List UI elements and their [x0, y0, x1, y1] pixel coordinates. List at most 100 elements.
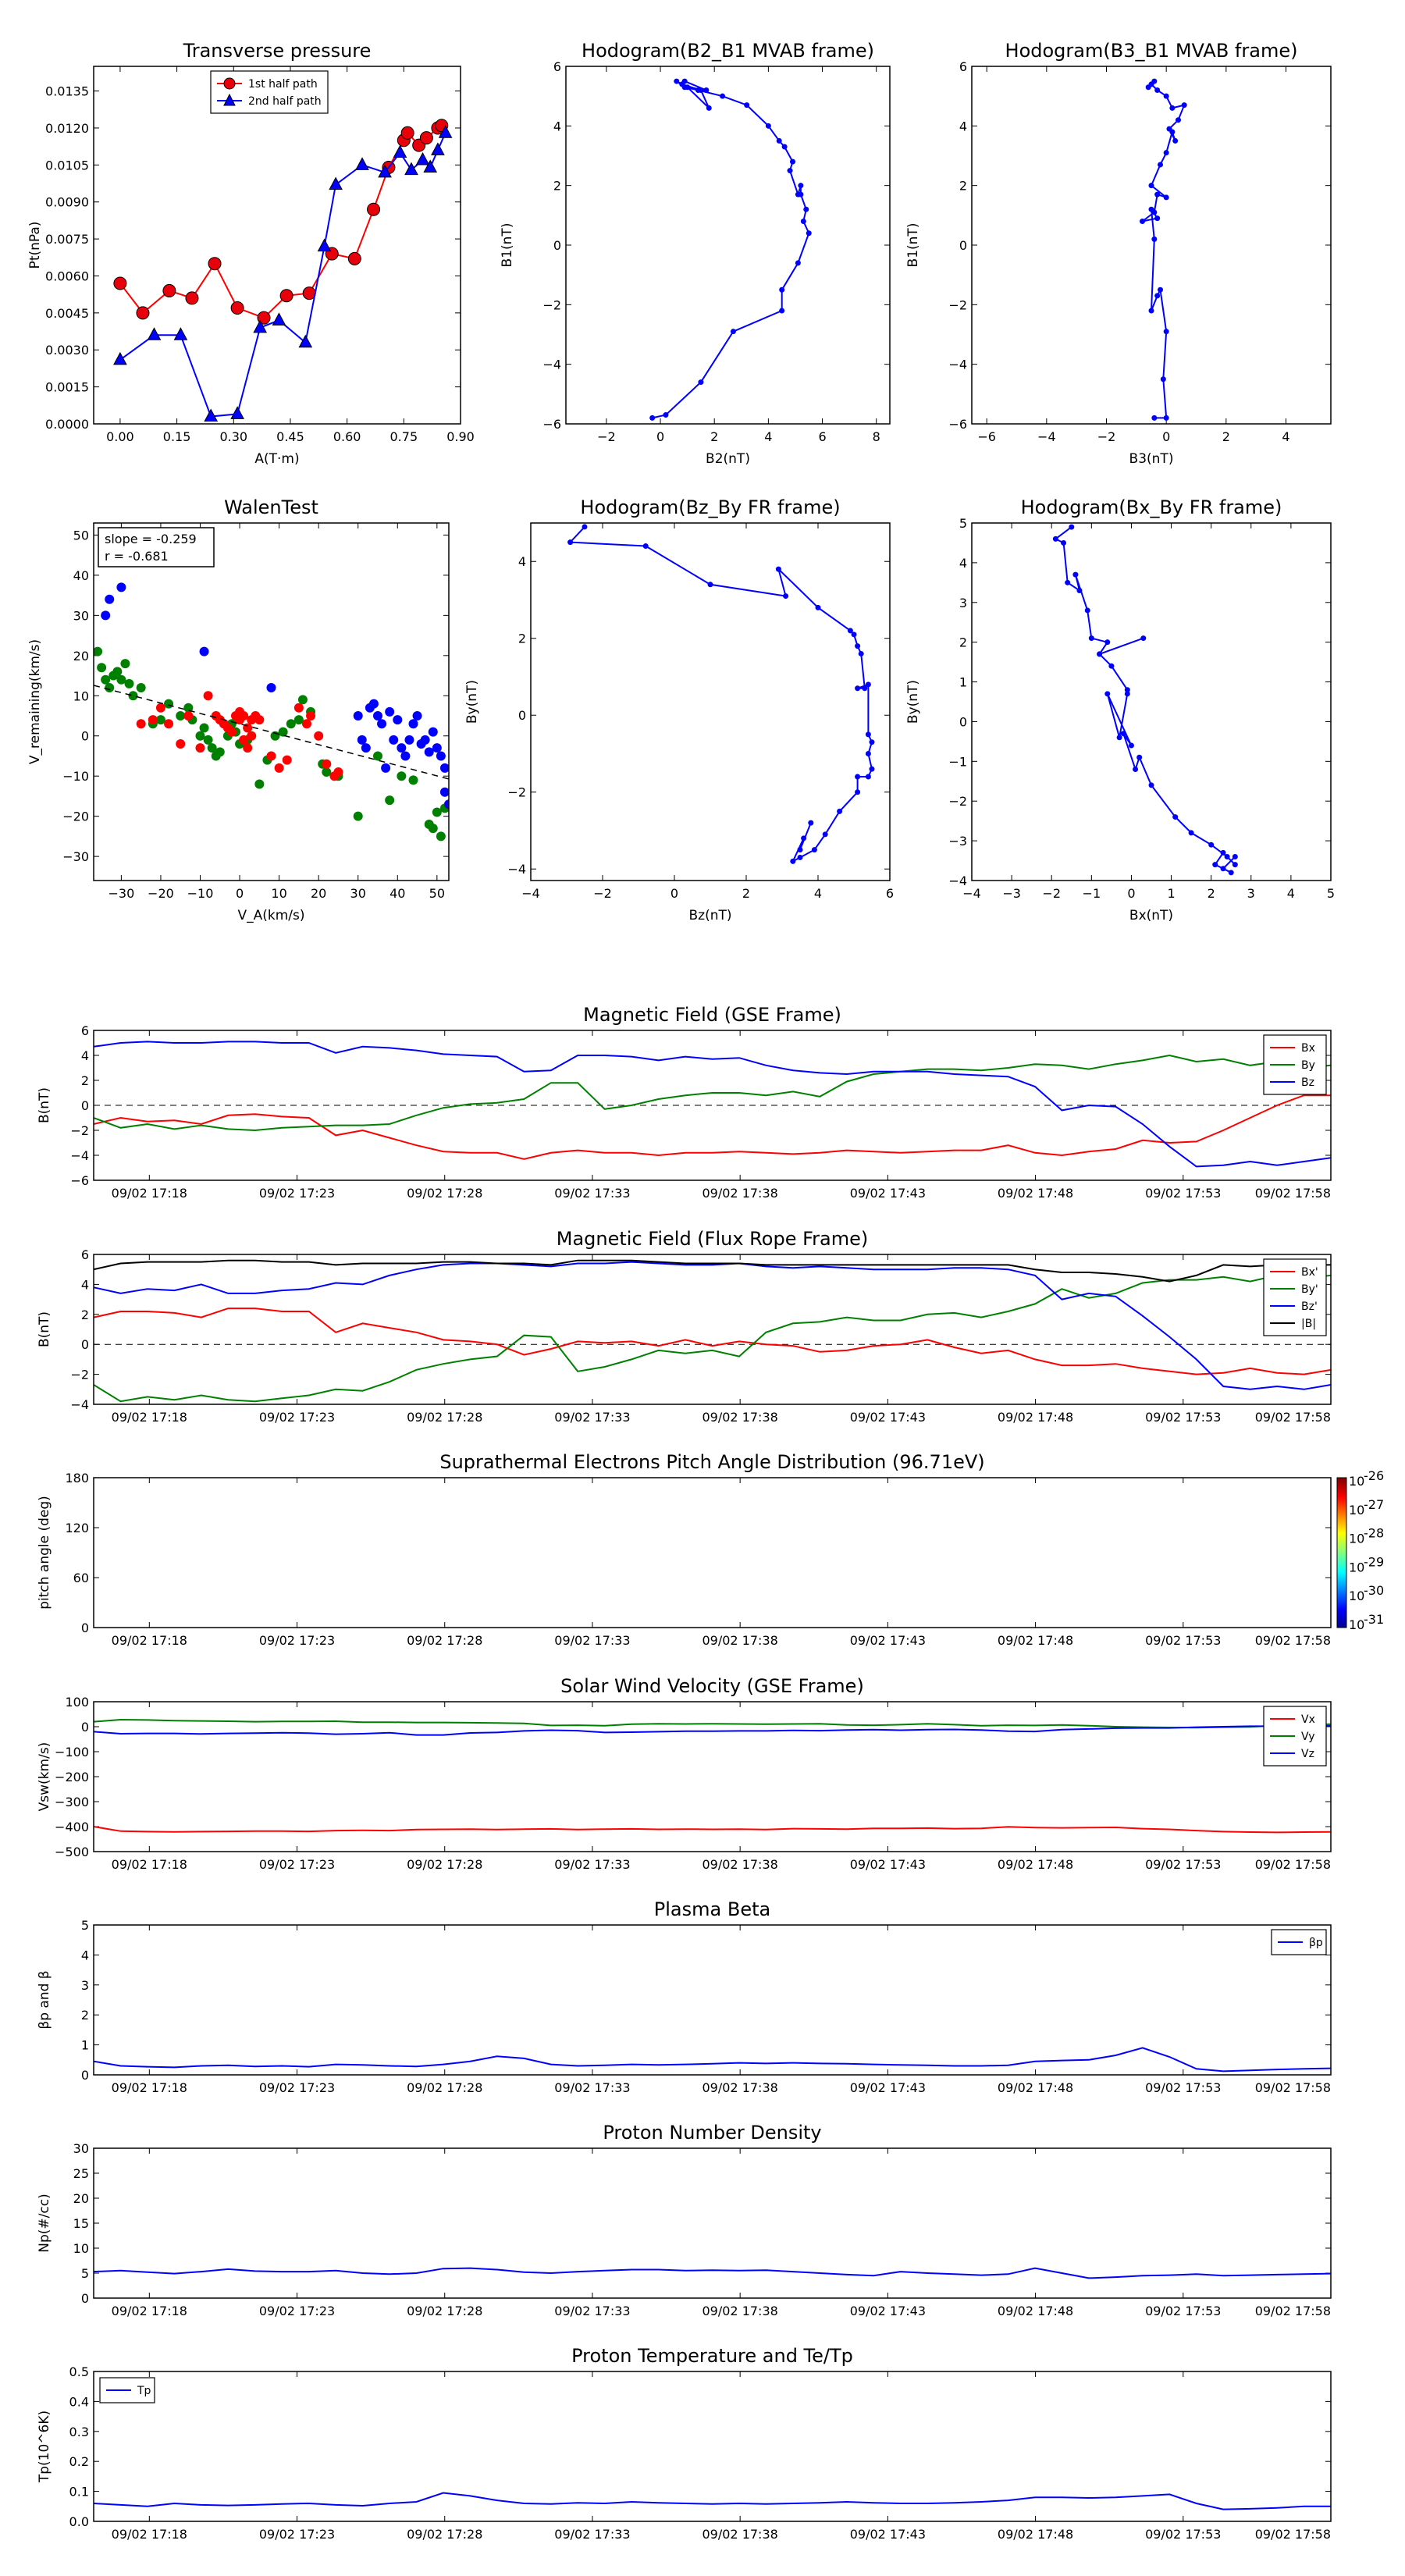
chart-pitch: Suprathermal Electrons Pitch Angle Distr…	[37, 1451, 1384, 1648]
data-point	[1151, 236, 1158, 242]
data-point	[400, 126, 414, 140]
data-point	[1133, 767, 1139, 773]
y-tick-label: 0	[81, 1337, 89, 1352]
data-point	[1212, 862, 1218, 868]
x-tick-label: 4	[814, 886, 822, 901]
scatter-point	[404, 735, 414, 745]
x-axis-label: Bx(nT)	[1129, 908, 1173, 923]
data-point	[803, 206, 809, 212]
y-axis-label: βp and β	[37, 1970, 52, 2029]
data-point	[347, 251, 361, 265]
x-tick-label: 09/02 17:18	[112, 1410, 187, 1425]
x-tick-label: 09/02 17:58	[1255, 2080, 1331, 2095]
x-tick-label: 09/02 17:28	[407, 2080, 482, 2095]
x-tick-label: 0.75	[390, 429, 418, 444]
y-tick-label: −4	[70, 1397, 89, 1412]
axes-frame	[971, 66, 1332, 425]
y-tick-label: 5	[81, 2266, 89, 2281]
x-tick-label: 09/02 17:58	[1255, 2527, 1331, 2542]
x-tick-label: 09/02 17:38	[702, 1633, 778, 1648]
scatter-point	[322, 759, 332, 769]
y-tick-label: 0.0120	[45, 121, 89, 136]
scatter-point	[353, 711, 363, 721]
legend-label: Vz	[1301, 1748, 1314, 1760]
data-point	[147, 327, 162, 340]
plot-area	[94, 582, 449, 841]
data-point	[1140, 635, 1147, 642]
scatter-point	[357, 735, 367, 745]
data-point	[1136, 754, 1143, 760]
y-tick-label: 0	[553, 238, 561, 253]
data-point	[642, 543, 649, 550]
data-point	[279, 289, 293, 303]
axes-frame	[93, 522, 450, 881]
chart-hodo_b2b1: Hodogram(B2_B1 MVAB frame) −6 −4 −2 0 2 4 6 −2 0 2…	[500, 40, 891, 467]
legend-label: βp	[1309, 1937, 1323, 1949]
y-tick-label: 4	[81, 1948, 89, 1962]
chart-transverse: Transverse pressure 0.0000 0.0015 0.0030 0.0…	[27, 40, 475, 467]
legend-label: 2nd half path	[248, 95, 322, 108]
y-axis-label: B1(nT)	[905, 223, 921, 268]
axes-frame	[93, 1477, 1332, 1628]
annotation-box: slope = -0.259 r = -0.681	[98, 527, 215, 568]
chart-hodo_bxby: Hodogram(Bx_By FR frame)−4−3−2−1012345−4…	[905, 496, 1335, 923]
x-tick-label: 09/02 17:53	[1145, 1186, 1221, 1201]
y-tick-label: 0	[81, 1098, 89, 1113]
y-tick-label: 6	[553, 59, 561, 74]
chart-title: Hodogram(Bx_By FR frame)	[1021, 496, 1282, 518]
x-tick-label: 2	[1208, 886, 1215, 901]
colorbar-label: 10	[1349, 1474, 1364, 1489]
chart-title: Hodogram(B3_B1 MVAB frame)	[1005, 40, 1298, 62]
x-tick-label: 0.90	[446, 429, 475, 444]
y-tick-label: 4	[518, 554, 526, 569]
scatter-point	[155, 703, 165, 713]
x-tick-label: 50	[429, 886, 445, 901]
data-point	[1120, 731, 1126, 737]
series-line-By	[94, 1054, 1331, 1132]
scatter-point	[105, 594, 115, 604]
scatter-point	[94, 646, 103, 656]
data-point	[136, 306, 150, 320]
data-point	[272, 312, 286, 326]
scatter-point	[199, 723, 209, 733]
legend: Bx' By' Bz' |B|	[1263, 1258, 1327, 1336]
x-tick-label: 09/02 17:43	[850, 2080, 926, 2095]
data-point	[1172, 814, 1179, 820]
data-point	[869, 739, 875, 745]
scatter-point	[101, 610, 111, 621]
x-tick-label: 0	[1127, 886, 1135, 901]
data-point	[869, 766, 875, 772]
y-tick-label: −6	[948, 417, 967, 432]
y-tick-label: 30	[73, 2141, 89, 2156]
y-tick-label: 3	[959, 596, 967, 610]
data-point	[797, 854, 803, 860]
plot-area	[94, 2267, 1331, 2279]
scatter-point	[203, 691, 213, 701]
legend: Bx By Bz	[1263, 1034, 1327, 1095]
y-tick-label: 0.0	[69, 2514, 89, 2529]
data-point	[698, 379, 704, 386]
y-tick-label: 0.0030	[45, 343, 89, 358]
x-tick-label: 09/02 17:53	[1145, 2304, 1221, 2318]
scatter-point	[420, 735, 430, 745]
colorbar-exponent: -31	[1364, 1612, 1384, 1627]
data-point	[113, 351, 127, 365]
chart-title: WalenTest	[224, 496, 318, 518]
chart-title: Proton Number Density	[603, 2122, 821, 2144]
y-tick-label: −400	[55, 1820, 89, 1834]
legend-label: 1st half path	[248, 78, 318, 91]
data-point	[1163, 150, 1169, 156]
x-axis-label: Bz(nT)	[688, 908, 731, 923]
x-tick-label: 20	[311, 886, 326, 901]
data-point	[1232, 862, 1238, 868]
scatter-point	[385, 795, 395, 806]
y-tick-label: 2	[81, 1308, 89, 1322]
x-tick-label: 0.60	[333, 429, 361, 444]
data-point	[367, 202, 381, 216]
data-point	[858, 650, 864, 656]
scatter-point	[183, 711, 194, 721]
x-axis-label: A(T·m)	[254, 451, 299, 467]
x-tick-label: 09/02 17:28	[407, 2304, 482, 2318]
y-tick-label: −500	[55, 1845, 89, 1859]
y-tick-label: 0	[959, 714, 967, 729]
